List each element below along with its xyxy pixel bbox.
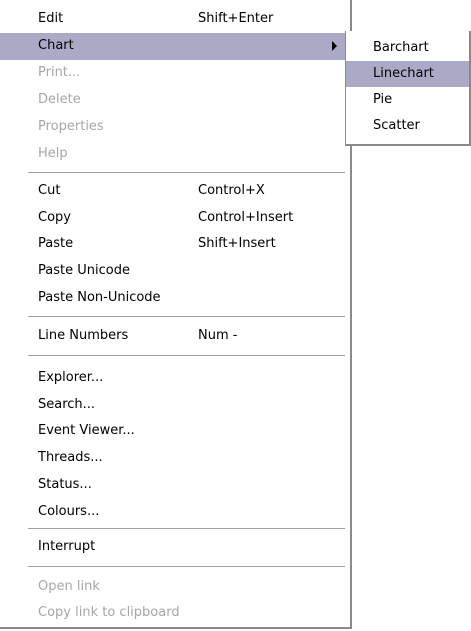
menu-item-shortcut: Control+Insert <box>198 210 294 225</box>
submenu-item-label: Pie <box>373 92 393 107</box>
menu-item-shortcut: Shift+Insert <box>198 236 276 251</box>
menu-item-label: Explorer... <box>38 370 104 385</box>
menu-item-cut[interactable]: Cut Control+X <box>0 178 350 205</box>
menu-item-explorer[interactable]: Explorer... <box>0 365 350 392</box>
menu-item-open-link[interactable]: Open link <box>0 574 350 601</box>
chart-submenu: Barchart Linechart Pie Scatter <box>345 31 471 146</box>
submenu-item-barchart[interactable]: Barchart <box>346 35 469 61</box>
submenu-item-label: Scatter <box>373 118 420 133</box>
menu-item-label: Edit <box>38 11 64 26</box>
menu-separator <box>28 528 345 529</box>
menu-item-status[interactable]: Status... <box>0 472 350 499</box>
menu-item-interrupt[interactable]: Interrupt <box>0 534 350 561</box>
submenu-item-label: Barchart <box>373 40 429 55</box>
menu-item-line-numbers[interactable]: Line Numbers Num - <box>0 323 350 350</box>
menu-item-threads[interactable]: Threads... <box>0 445 350 472</box>
menu-item-label: Copy link to clipboard <box>38 605 180 620</box>
menu-item-search[interactable]: Search... <box>0 392 350 419</box>
menu-item-label: Paste Non-Unicode <box>38 290 161 305</box>
menu-item-shortcut: Num - <box>198 328 238 343</box>
menu-item-chart[interactable]: Chart <box>0 33 350 60</box>
submenu-item-pie[interactable]: Pie <box>346 87 469 113</box>
context-menu: Edit Shift+Enter Chart Print... Delete P… <box>0 0 352 629</box>
menu-separator <box>28 355 345 356</box>
menu-item-label: Colours... <box>38 504 100 519</box>
menu-item-paste[interactable]: Paste Shift+Insert <box>0 231 350 258</box>
submenu-item-scatter[interactable]: Scatter <box>346 113 469 139</box>
submenu-arrow-icon <box>332 41 337 51</box>
menu-item-colours[interactable]: Colours... <box>0 499 350 526</box>
menu-item-label: Chart <box>38 38 74 53</box>
menu-item-label: Help <box>38 146 68 161</box>
menu-separator <box>28 566 345 567</box>
menu-item-delete[interactable]: Delete <box>0 87 350 114</box>
menu-item-label: Delete <box>38 92 81 107</box>
menu-item-label: Interrupt <box>38 539 96 554</box>
menu-item-label: Threads... <box>38 450 103 465</box>
menu-separator <box>28 316 345 317</box>
menu-item-label: Event Viewer... <box>38 423 135 438</box>
menu-item-label: Print... <box>38 65 81 80</box>
menu-item-print[interactable]: Print... <box>0 60 350 87</box>
menu-item-properties[interactable]: Properties <box>0 114 350 141</box>
menu-item-paste-non-unicode[interactable]: Paste Non-Unicode <box>0 285 350 312</box>
menu-item-label: Status... <box>38 477 92 492</box>
menu-item-label: Paste Unicode <box>38 263 130 278</box>
menu-item-label: Paste <box>38 236 74 251</box>
menu-item-edit[interactable]: Edit Shift+Enter <box>0 6 350 33</box>
menu-item-help[interactable]: Help <box>0 141 350 168</box>
menu-item-label: Line Numbers <box>38 328 129 343</box>
menu-item-label: Open link <box>38 579 100 594</box>
menu-item-shortcut: Shift+Enter <box>198 11 274 26</box>
menu-item-paste-unicode[interactable]: Paste Unicode <box>0 258 350 285</box>
submenu-item-linechart[interactable]: Linechart <box>346 61 469 87</box>
submenu-item-label: Linechart <box>373 66 434 81</box>
menu-item-label: Search... <box>38 397 96 412</box>
menu-item-copy[interactable]: Copy Control+Insert <box>0 205 350 232</box>
menu-item-event-viewer[interactable]: Event Viewer... <box>0 418 350 445</box>
menu-separator <box>28 172 345 173</box>
menu-item-shortcut: Control+X <box>198 183 265 198</box>
menu-item-label: Properties <box>38 119 104 134</box>
menu-item-label: Copy <box>38 210 71 225</box>
menu-item-label: Cut <box>38 183 61 198</box>
menu-item-copy-link[interactable]: Copy link to clipboard <box>0 600 350 627</box>
